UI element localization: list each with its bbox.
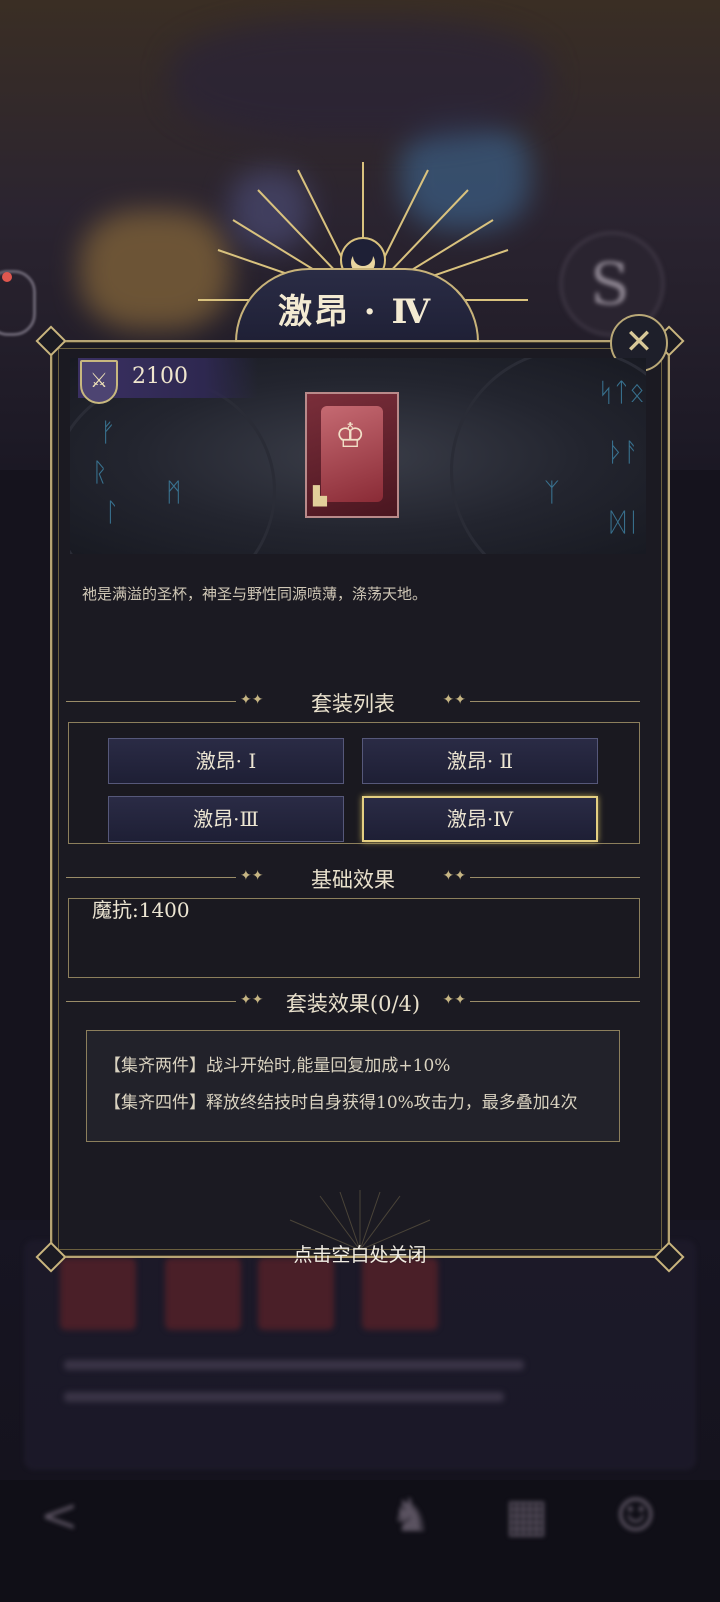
rune-glyph: ᚦᚨ <box>608 438 640 468</box>
tetris-tag-icon: ▙ <box>313 486 327 507</box>
rune-glyph: ᚱ <box>92 458 108 488</box>
nav-icon: ♞ <box>390 1488 432 1542</box>
background-card <box>165 1258 241 1330</box>
nav-icon: ▦ <box>505 1488 549 1542</box>
set-button-4-selected[interactable]: 激昂·Ⅳ <box>362 796 598 842</box>
set-button-3[interactable]: 激昂·Ⅲ <box>108 796 344 842</box>
character-icon: ☺ <box>615 1488 657 1542</box>
swords-shield-icon: ⚔ <box>80 360 118 404</box>
rune-glyph: ᛉ <box>544 478 560 508</box>
blurred-object <box>170 20 550 140</box>
set-effect-line: 【集齐两件】战斗开始时,能量回复加成+10% <box>104 1056 451 1076</box>
set-effect-heading: ✦✦ ✦✦ 套装效果(0/4) <box>66 990 640 1016</box>
section-title: 基础效果 <box>311 868 395 892</box>
score-value: 2100 <box>132 364 188 389</box>
notification-dot <box>2 272 12 282</box>
base-effect-value: 魔抗:1400 <box>92 898 190 922</box>
item-description: 祂是满溢的圣杯，神圣与野性同源喷薄，涤荡天地。 <box>82 585 428 603</box>
set-list-heading: ✦✦ ✦✦ 套装列表 <box>66 690 640 716</box>
dialog-title: 激昂 · Ⅳ <box>277 292 433 332</box>
bottom-nav: < ♞ ▦ ☺ <box>0 1480 720 1602</box>
set-effect-box <box>86 1030 620 1142</box>
rune-glyph: ᛋᛏᛟ <box>598 378 645 408</box>
section-title: 套装列表 <box>311 692 395 716</box>
back-icon: < <box>40 1488 79 1542</box>
close-hint[interactable]: 点击空白处关闭 <box>0 1240 720 1267</box>
chalice-icon: ♔ <box>335 416 366 456</box>
item-card: ♔ ▙ <box>305 392 399 518</box>
background-card <box>60 1258 136 1330</box>
rune-glyph: ᛞᛁ <box>610 508 642 538</box>
set-button-1[interactable]: 激昂· Ⅰ <box>108 738 344 784</box>
rune-glyph: ᚠ <box>100 418 116 448</box>
background-card <box>258 1258 334 1330</box>
set-effect-line: 【集齐四件】释放终结技时自身获得10%攻击力，最多叠加4次 <box>104 1093 578 1113</box>
base-effect-heading: ✦✦ ✦✦ 基础效果 <box>66 866 640 892</box>
section-title: 套装效果(0/4) <box>285 992 421 1016</box>
rune-glyph: ᛗ <box>166 478 182 508</box>
background-text-line <box>64 1360 524 1370</box>
background-text-line <box>64 1392 504 1402</box>
background-card <box>362 1258 438 1330</box>
rune-glyph: ᛚ <box>104 498 120 528</box>
set-button-2[interactable]: 激昂· Ⅱ <box>362 738 598 784</box>
